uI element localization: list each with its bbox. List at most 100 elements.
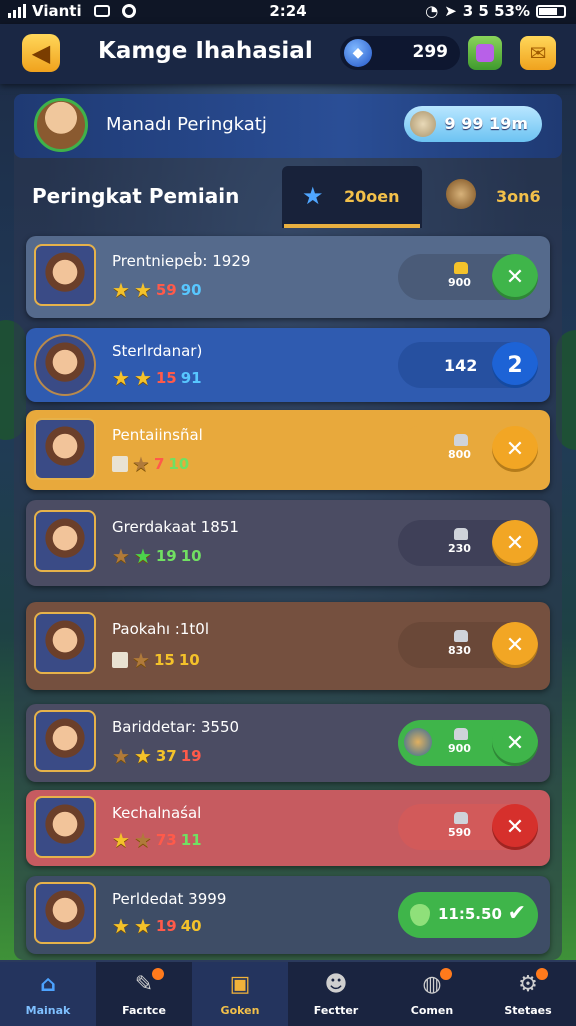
score-a: 15	[153, 651, 175, 669]
action-button[interactable]: ✕	[492, 426, 538, 472]
action-button[interactable]: ✕	[492, 254, 538, 300]
coin-counter[interactable]: 9 99 19m	[404, 106, 542, 142]
action-button[interactable]: ✕	[492, 520, 538, 566]
player-profile-bar[interactable]: Manadı Peringkatj 9 99 19m	[14, 94, 562, 158]
player-stats: ★ 15 10	[112, 648, 200, 672]
top-header: ◀ Kamge Ihahasial ◆ 299 ✉	[0, 24, 576, 84]
player-avatar	[34, 796, 96, 858]
close-icon: ✕	[505, 436, 525, 462]
player-stats: ★ ★ 19 10	[112, 544, 202, 568]
reward-value: 800	[448, 448, 471, 461]
list-item[interactable]: Sterlrdanar) ★ ★ 15 91 142 2	[26, 328, 550, 402]
star-icon: ★	[112, 544, 130, 568]
score-b: 40	[180, 917, 202, 935]
arrow-left-icon: ◀	[31, 39, 51, 67]
list-item[interactable]: Pentaiinsñal ★ 7 10 800 ✕	[26, 410, 550, 490]
shield-icon	[410, 904, 430, 926]
star-icon: ★	[302, 182, 324, 210]
star-icon: ★	[132, 648, 150, 672]
player-name: Pentaiinsñal	[112, 426, 203, 444]
status-bar: Vianti 2:24 ◔ ➤ 3 5 53%	[0, 0, 576, 24]
score-a: 37	[155, 747, 177, 765]
rank-button[interactable]: 2	[492, 342, 538, 388]
player-name: Kechalnaśal	[112, 804, 202, 822]
nav-comen[interactable]: ◍ Comen	[384, 962, 480, 1026]
close-icon: ✕	[505, 530, 525, 556]
score-b: 11	[180, 831, 202, 849]
list-item[interactable]: Prentniepeḃ: 1929 ★ ★ 59 90 900 ✕	[26, 236, 550, 318]
nav-goken[interactable]: ▣ Goken	[192, 962, 288, 1026]
nav-fectter-label: Fectter	[313, 1004, 359, 1017]
player-stats: ★ ★ 37 19	[112, 744, 202, 768]
action-button[interactable]: ✕	[492, 804, 538, 850]
helmet-icon	[454, 630, 468, 642]
tab-coins[interactable]: 3on6	[424, 166, 562, 228]
reward-value: 900	[448, 742, 471, 755]
action-button[interactable]: ✕	[492, 622, 538, 668]
tab-coins-label: 3on6	[496, 187, 541, 206]
back-button[interactable]: ◀	[22, 34, 60, 72]
player-stats: ★ ★ 15 91	[112, 366, 202, 390]
battery-icon	[536, 4, 566, 18]
score-a: 19	[155, 917, 177, 935]
nav-settings[interactable]: ⚙ Stetaes	[480, 962, 576, 1026]
player-avatar	[34, 882, 96, 944]
reward-value: 142	[444, 356, 478, 375]
star-icon: ★	[133, 278, 152, 302]
list-item[interactable]: Bariddetar: 3550 ★ ★ 37 19 900 ✕	[26, 704, 550, 782]
list-item[interactable]: Perldedat 3999 ★ ★ 19 40 11:5.50 ✔	[26, 876, 550, 954]
gem-counter: ◆ 299	[340, 36, 460, 70]
score-b: 19	[180, 747, 202, 765]
section-title: Peringkat Pemiain	[32, 184, 240, 208]
battery-percent: 3 5 53%	[462, 2, 530, 20]
list-item[interactable]: Kechalnaśal ★ ★ 73 11 590 ✕	[26, 790, 550, 866]
score-b: 10	[178, 651, 200, 669]
player-name: Bariddetar: 3550	[112, 718, 240, 736]
list-item[interactable]: Paokahı :1t0l ★ 15 10 830 ✕	[26, 602, 550, 690]
list-item[interactable]: Grerdakaat 1851 ★ ★ 19 10 230 ✕	[26, 500, 550, 586]
coin-icon	[446, 179, 476, 209]
star-icon: ★	[112, 828, 130, 852]
envelope-icon: ✉	[529, 41, 547, 65]
star-icon: ★	[133, 744, 152, 768]
star-icon: ★	[133, 544, 152, 568]
tab-stars-label: 20oen	[344, 187, 400, 206]
close-icon: ✕	[505, 730, 525, 756]
player-stats: ★ ★ 59 90	[112, 278, 202, 302]
helmet-icon	[454, 728, 468, 740]
shop-button[interactable]	[468, 36, 502, 70]
nav-fectter[interactable]: ☻ Fectter	[288, 962, 384, 1026]
player-name: Sterlrdanar)	[112, 342, 203, 360]
reward-pill[interactable]: 11:5.50 ✔	[398, 892, 538, 938]
card-icon	[112, 652, 128, 668]
nav-home[interactable]: ⌂ Mainak	[0, 962, 96, 1026]
action-button[interactable]: ✕	[492, 720, 538, 766]
profile-name: Manadı Peringkatj	[106, 114, 267, 135]
coin-value: 9 99 19m	[444, 114, 528, 133]
potion-icon	[476, 44, 494, 62]
helmet-icon	[454, 434, 468, 446]
nav-goken-label: Goken	[220, 1004, 260, 1017]
crown-icon	[454, 262, 468, 274]
star-icon: ★	[132, 452, 150, 476]
score-b: 90	[180, 281, 202, 299]
nav-facitce[interactable]: ✎ Facıtce	[96, 962, 192, 1026]
active-tab-indicator	[284, 224, 420, 228]
player-stats: ★ ★ 19 40	[112, 914, 202, 938]
mail-button[interactable]: ✉	[520, 36, 556, 70]
bottom-nav: ⌂ Mainak ✎ Facıtce ▣ Goken ☻ Fectter ◍ C…	[0, 960, 576, 1026]
score-b: 10	[168, 455, 190, 473]
close-icon: ✕	[505, 264, 525, 290]
tab-stars[interactable]: ★ 20oen	[282, 166, 422, 228]
notification-badge	[536, 968, 548, 980]
player-avatar	[34, 510, 96, 572]
avatar[interactable]	[34, 98, 88, 152]
nav-home-label: Mainak	[25, 1004, 71, 1017]
nav-settings-label: Stetaes	[504, 1004, 552, 1017]
nav-comen-label: Comen	[410, 1004, 454, 1017]
helmet-icon	[454, 812, 468, 824]
reward-value: 590	[448, 826, 471, 839]
reward-value: 900	[448, 276, 471, 289]
star-icon: ★	[133, 366, 152, 390]
reward-value: 830	[448, 644, 471, 657]
